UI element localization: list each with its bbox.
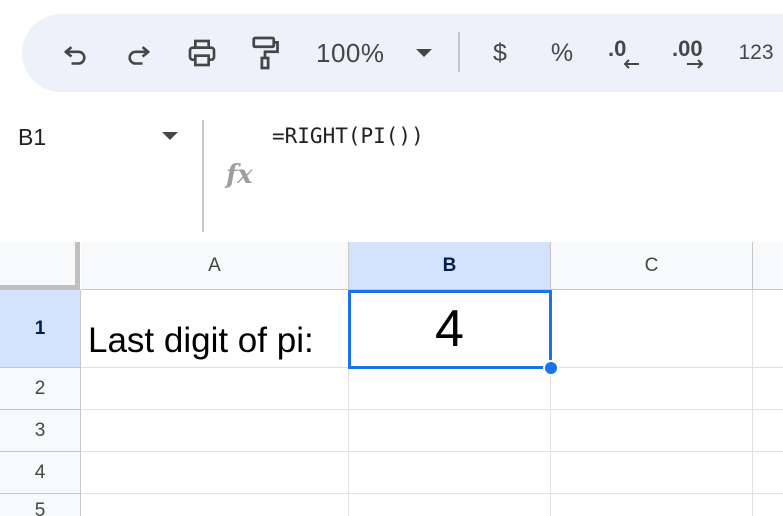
- cell-a5[interactable]: [81, 494, 349, 516]
- row-header-5[interactable]: 5: [0, 494, 81, 516]
- formula-input[interactable]: =RIGHT(PI()): [272, 124, 424, 148]
- cell-b5[interactable]: [349, 494, 551, 516]
- arrow-right-icon: [687, 59, 704, 69]
- chevron-down-icon[interactable]: [162, 132, 178, 140]
- currency-format-button[interactable]: $: [480, 14, 520, 92]
- cell-b1[interactable]: 4: [349, 290, 551, 368]
- cell-b2[interactable]: [349, 368, 551, 410]
- undo-icon: [64, 46, 86, 65]
- cell-d3[interactable]: [753, 410, 783, 452]
- column-header-a[interactable]: A: [81, 242, 349, 290]
- select-all-corner[interactable]: [0, 242, 80, 290]
- redo-icon: [128, 46, 150, 65]
- percent-label: %: [550, 38, 574, 67]
- more-formats-label: 123: [738, 41, 774, 64]
- cell-d5[interactable]: [753, 494, 783, 516]
- arrow-left-icon: [623, 59, 639, 69]
- cell-b4[interactable]: [349, 452, 551, 494]
- cell-d1[interactable]: [753, 290, 783, 368]
- cell-d4[interactable]: [753, 452, 783, 494]
- formula-bar: B1 fx =RIGHT(PI()): [0, 108, 783, 242]
- paint-format-icon: [252, 36, 279, 70]
- toolbar-divider: [458, 32, 460, 72]
- more-formats-button[interactable]: 123: [734, 14, 778, 92]
- cell-a3[interactable]: [81, 410, 349, 452]
- row-header-1[interactable]: 1: [0, 290, 81, 368]
- undo-button[interactable]: [52, 14, 98, 92]
- redo-button[interactable]: [116, 14, 162, 92]
- print-button[interactable]: [179, 14, 225, 92]
- paint-format-button[interactable]: [242, 14, 288, 92]
- decrease-decimal-button[interactable]: .0: [604, 14, 648, 92]
- toolbar: 100% $ % .0 .00 123: [22, 14, 783, 92]
- row-header-2[interactable]: 2: [0, 368, 81, 410]
- cell-c5[interactable]: [551, 494, 753, 516]
- cell-d2[interactable]: [753, 368, 783, 410]
- row-header-4[interactable]: 4: [0, 452, 81, 494]
- cell-c1[interactable]: [551, 290, 753, 368]
- percent-format-button[interactable]: %: [542, 14, 582, 92]
- cell-c2[interactable]: [551, 368, 753, 410]
- row-header-3[interactable]: 3: [0, 410, 81, 452]
- zoom-value: 100%: [316, 37, 385, 68]
- column-header-b[interactable]: B: [349, 242, 551, 290]
- cell-b3[interactable]: [349, 410, 551, 452]
- toolbar-area: 100% $ % .0 .00 123: [0, 0, 783, 108]
- column-header-d[interactable]: [753, 242, 783, 290]
- name-box[interactable]: B1: [18, 124, 46, 151]
- chevron-down-icon: [416, 49, 432, 57]
- cell-a2[interactable]: [81, 368, 349, 410]
- zoom-select[interactable]: 100%: [316, 14, 432, 92]
- cell-a4[interactable]: [81, 452, 349, 494]
- cell-a1[interactable]: Last digit of pi:: [81, 290, 349, 368]
- currency-label: $: [493, 38, 507, 67]
- print-icon: [188, 39, 216, 67]
- increase-decimal-button[interactable]: .00: [668, 14, 718, 92]
- formula-bar-divider: [202, 120, 204, 232]
- cell-c3[interactable]: [551, 410, 753, 452]
- cell-c4[interactable]: [551, 452, 753, 494]
- spreadsheet-grid: A B C 1 2 3 4 5 Last digit of pi: 4: [0, 242, 783, 516]
- column-header-c[interactable]: C: [551, 242, 753, 290]
- fill-handle[interactable]: [543, 360, 559, 376]
- fx-icon: fx: [226, 160, 253, 190]
